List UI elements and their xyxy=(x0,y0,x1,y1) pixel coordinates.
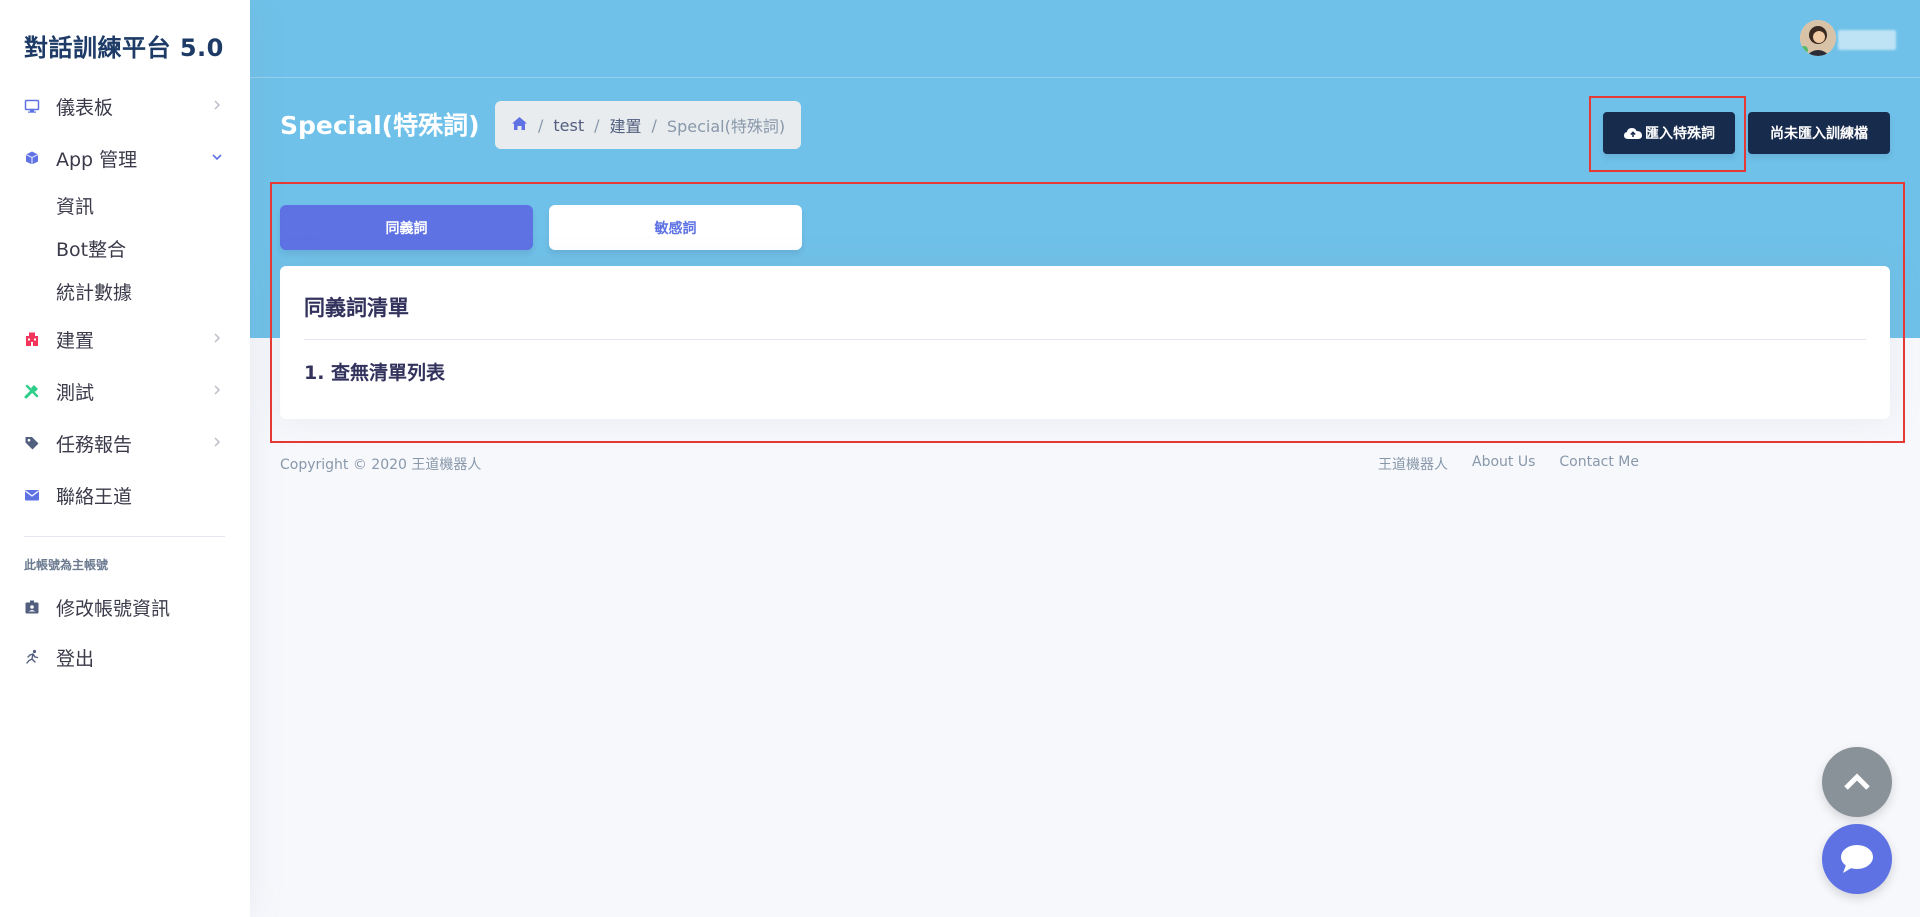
cube-icon xyxy=(24,150,40,166)
sidebar-item-label: 任務報告 xyxy=(56,433,133,456)
copyright-text: Copyright © 2020 王道機器人 xyxy=(280,457,482,473)
page-title: Special(特殊詞) xyxy=(280,111,480,140)
synonym-list-card: 同義詞清單 1. 查無清單列表 xyxy=(280,266,1890,419)
card-title: 同義詞清單 xyxy=(304,296,409,320)
chevron-right-icon xyxy=(214,385,220,395)
cloud-upload-icon xyxy=(1624,128,1642,139)
sidebar-divider xyxy=(24,536,225,537)
breadcrumb-separator: / xyxy=(594,115,600,135)
sidebar-item-task-report[interactable]: 任務報告 xyxy=(0,417,250,469)
card-divider xyxy=(304,339,1866,340)
import-special-words-button[interactable]: 匯入特殊詞 xyxy=(1603,112,1735,154)
chevron-down-icon xyxy=(212,154,222,161)
id-badge-icon xyxy=(24,599,40,615)
sidebar-item-contact[interactable]: 聯絡王道 xyxy=(0,469,250,521)
chevron-right-icon xyxy=(214,100,220,110)
scroll-to-top-button[interactable] xyxy=(1822,747,1892,817)
tab-synonyms[interactable]: 同義詞 xyxy=(280,205,533,250)
empty-list-message: 1. 查無清單列表 xyxy=(304,362,446,384)
breadcrumb-app[interactable]: test xyxy=(553,116,584,135)
user-avatar[interactable] xyxy=(1800,20,1836,56)
tools-icon xyxy=(24,383,40,399)
sidebar-item-label: 測試 xyxy=(56,381,95,404)
chevron-right-icon xyxy=(214,333,220,343)
footer-link-about[interactable]: About Us xyxy=(1472,454,1535,474)
sidebar-subitem-statistics[interactable]: 統計數據 xyxy=(0,270,250,313)
breadcrumb-current: Special(特殊詞) xyxy=(666,117,786,136)
breadcrumb-build[interactable]: 建置 xyxy=(610,113,642,137)
sidebar-subitem-bot-integration[interactable]: Bot整合 xyxy=(0,227,250,270)
account-nav: 修改帳號資訊 登出 xyxy=(0,582,250,682)
chat-button[interactable] xyxy=(1822,824,1892,894)
main-nav: 儀表板 App 管理 資訊 Bot整合 統計數據 建置 測試 任務報告 聯絡王道 xyxy=(0,80,250,521)
breadcrumb: / test / 建置 / Special(特殊詞) xyxy=(495,101,802,149)
sidebar-subitem-info[interactable]: 資訊 xyxy=(0,184,250,227)
chevron-up-icon xyxy=(1844,773,1870,790)
footer-links: 王道機器人 About Us Contact Me xyxy=(1378,454,1639,474)
account-note: 此帳號為主帳號 xyxy=(24,558,109,572)
envelope-icon xyxy=(24,487,40,503)
unimported-training-files-button[interactable]: 尚未匯入訓練檔 xyxy=(1748,112,1890,154)
footer-link-company[interactable]: 王道機器人 xyxy=(1378,454,1448,474)
tab-sensitive-words[interactable]: 敏感詞 xyxy=(549,205,802,250)
sidebar-item-label: 儀表板 xyxy=(56,96,114,119)
sidebar-item-label: 修改帳號資訊 xyxy=(56,597,171,620)
tag-icon xyxy=(24,435,40,451)
footer-link-contact[interactable]: Contact Me xyxy=(1559,454,1639,474)
sidebar-item-app-management[interactable]: App 管理 xyxy=(0,132,250,184)
monitor-icon xyxy=(24,98,40,114)
sidebar-item-label: 聯絡王道 xyxy=(56,485,133,508)
breadcrumb-separator: / xyxy=(538,115,544,135)
chevron-right-icon xyxy=(214,437,220,447)
building-icon xyxy=(24,331,40,347)
breadcrumb-separator: / xyxy=(651,115,657,135)
sidebar-item-dashboard[interactable]: 儀表板 xyxy=(0,80,250,132)
sidebar-item-build[interactable]: 建置 xyxy=(0,313,250,365)
chat-bubble-icon xyxy=(1841,845,1873,873)
sidebar-item-label: 建置 xyxy=(56,329,95,352)
sidebar-item-test[interactable]: 測試 xyxy=(0,365,250,417)
sidebar-item-label: 登出 xyxy=(56,647,95,670)
import-button-label: 匯入特殊詞 xyxy=(1645,126,1715,142)
sidebar: 對話訓練平台 5.0 儀表板 App 管理 資訊 Bot整合 統計數據 建置 測… xyxy=(0,0,250,917)
home-icon[interactable] xyxy=(511,116,528,135)
brand-title[interactable]: 對話訓練平台 5.0 xyxy=(24,28,224,63)
top-navbar xyxy=(250,0,1920,78)
running-icon xyxy=(24,649,40,665)
username-redacted xyxy=(1838,30,1896,50)
sidebar-item-label: App 管理 xyxy=(56,148,138,171)
sidebar-item-logout[interactable]: 登出 xyxy=(0,632,250,682)
sidebar-item-edit-account[interactable]: 修改帳號資訊 xyxy=(0,582,250,632)
